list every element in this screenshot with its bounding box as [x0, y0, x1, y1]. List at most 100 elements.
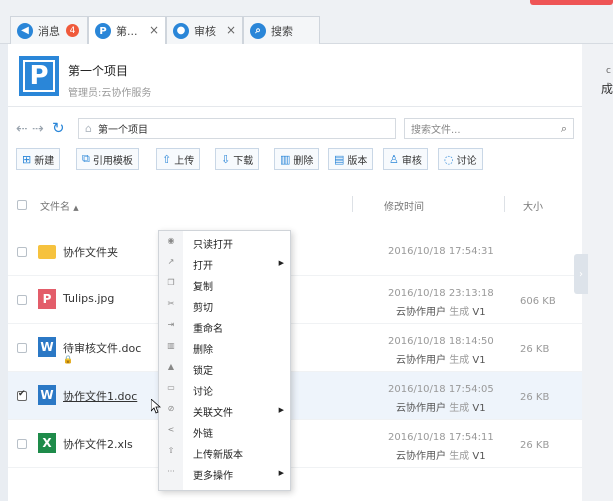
select-all-checkbox[interactable] — [17, 200, 27, 210]
file-name[interactable]: Tulips.jpg — [63, 292, 114, 305]
menu-item-label: 剪切 — [193, 303, 213, 314]
forward-arrow-icon[interactable]: ⇢ — [32, 121, 44, 137]
file-version: V1 — [472, 403, 486, 414]
tab-search[interactable]: ⌕ 搜索 — [243, 16, 320, 44]
table-row[interactable]: W 协作文件1.doc 2016/10/18 17:54:05 云协作用户 生成… — [8, 372, 582, 420]
menu-item-upload-new-version[interactable]: ⇧ 上传新版本 — [159, 442, 290, 463]
row-checkbox[interactable] — [17, 343, 27, 353]
column-header-name[interactable]: 文件名 ▲ — [40, 198, 79, 213]
column-header-size[interactable]: 大小 — [523, 198, 543, 213]
column-header-name-label: 文件名 — [40, 202, 70, 213]
row-checkbox[interactable] — [17, 439, 27, 449]
side-text-2: 成 — [600, 82, 613, 96]
tab-project[interactable]: P 第... × — [88, 16, 166, 45]
tab-review[interactable]: ● 审核 × — [166, 16, 243, 44]
download-icon: ⇩ — [221, 152, 231, 166]
search-icon: ⌕ — [250, 22, 266, 39]
word-file-icon: W — [38, 337, 56, 357]
menu-item-external-link[interactable]: < 外链 — [159, 421, 290, 442]
version-button[interactable]: ▤ 版本 — [328, 148, 374, 170]
search-input[interactable]: 搜索文件... ⌕ — [404, 118, 574, 139]
row-checkbox[interactable] — [17, 389, 27, 401]
file-name[interactable]: 协作文件夹 — [63, 244, 118, 260]
modified-time: 2016/10/18 18:14:50 — [388, 336, 494, 347]
file-version: V1 — [472, 451, 486, 462]
menu-item-delete[interactable]: ▥ 删除 — [159, 337, 290, 358]
row-checkbox[interactable] — [17, 295, 27, 305]
version-icon: ▤ — [334, 152, 345, 166]
uploader-name: 云协作用户 — [396, 403, 446, 414]
project-title: 第一个项目 — [68, 64, 129, 78]
upload-button[interactable]: ⇧ 上传 — [156, 148, 201, 170]
tab-messages[interactable]: ◀ 消息 4 — [10, 16, 88, 44]
uploader-action: 生成 — [449, 403, 470, 414]
tab-label: 消息 — [38, 24, 60, 38]
search-placeholder: 搜索文件... — [411, 125, 461, 136]
delete-label: 删除 — [293, 155, 314, 167]
project-p-icon: P — [95, 23, 111, 39]
menu-item-cut[interactable]: ✂ 剪切 — [159, 295, 290, 316]
table-row[interactable]: W 待审核文件.doc 🔒 2016/10/18 18:14:50 云协作用户 … — [8, 324, 582, 372]
table-header: 文件名 ▲ 修改时间 大小 — [8, 190, 582, 218]
file-size: 26 KB — [520, 392, 550, 403]
uploader-action: 生成 — [449, 307, 470, 318]
uploader-name: 云协作用户 — [396, 451, 446, 462]
uploader-info: 云协作用户 生成 V1 — [396, 399, 486, 414]
uploader-name: 云协作用户 — [396, 355, 446, 366]
open-icon: ↗ — [167, 257, 175, 266]
table-row[interactable]: 协作文件夹 2016/10/18 17:54:31 — [8, 228, 582, 276]
breadcrumb-item[interactable]: 第一个项目 — [98, 121, 148, 136]
collapse-panel-button[interactable]: › — [574, 254, 588, 294]
download-label: 下载 — [233, 155, 254, 167]
review-icon: ♙ — [389, 152, 399, 166]
modified-time: 2016/10/18 17:54:05 — [388, 384, 494, 395]
menu-item-readonly-open[interactable]: ◉ 只读打开 — [159, 232, 290, 253]
column-divider[interactable] — [352, 196, 353, 212]
table-row[interactable]: X 协作文件2.xls 2016/10/18 17:54:11 云协作用户 生成… — [8, 420, 582, 468]
template-button[interactable]: ⧉ 引用模板 — [76, 148, 139, 170]
row-checkbox[interactable] — [17, 247, 27, 257]
side-text-1: c — [606, 66, 611, 76]
menu-item-label: 讨论 — [193, 387, 213, 398]
template-icon: ⧉ — [82, 152, 90, 165]
discuss-button[interactable]: ◌ 讨论 — [438, 148, 483, 170]
menu-item-label: 锁定 — [193, 366, 213, 377]
menu-item-open[interactable]: ↗ 打开 ▶ — [159, 253, 290, 274]
review-button[interactable]: ♙ 审核 — [383, 148, 428, 170]
table-row[interactable]: P Tulips.jpg 2016/10/18 23:13:18 云协作用户 生… — [8, 276, 582, 324]
column-divider[interactable] — [504, 196, 505, 212]
new-label: 新建 — [34, 155, 55, 167]
close-icon[interactable]: × — [226, 23, 236, 37]
user-icon: ● — [173, 22, 189, 39]
menu-item-rename[interactable]: ⇥ 重命名 — [159, 316, 290, 337]
menu-item-copy[interactable]: ❐ 复制 — [159, 274, 290, 295]
file-name[interactable]: 协作文件1.doc — [63, 388, 137, 404]
file-name[interactable]: 协作文件2.xls — [63, 436, 133, 452]
uploader-info: 云协作用户 生成 V1 — [396, 303, 486, 318]
divider — [8, 106, 582, 107]
search-icon[interactable]: ⌕ — [561, 122, 567, 136]
modified-time: 2016/10/18 23:13:18 — [388, 288, 494, 299]
modified-time: 2016/10/18 17:54:11 — [388, 432, 494, 443]
menu-item-related-files[interactable]: ⊘ 关联文件 ▶ — [159, 400, 290, 421]
scissors-icon: ✂ — [167, 299, 175, 308]
column-header-modified[interactable]: 修改时间 — [384, 198, 424, 213]
home-icon[interactable]: ⌂ — [85, 122, 92, 135]
menu-item-label: 上传新版本 — [193, 450, 243, 461]
breadcrumb[interactable]: ⌂ 第一个项目 — [78, 118, 396, 139]
back-arrow-icon[interactable]: ⇠ — [16, 121, 28, 137]
uploader-action: 生成 — [449, 355, 470, 366]
menu-item-more-actions[interactable]: ··· 更多操作 ▶ — [159, 463, 290, 484]
new-button[interactable]: ⊞ 新建 — [16, 148, 61, 170]
uploader-action: 生成 — [449, 451, 470, 462]
menu-item-lock[interactable]: ▲ 锁定 — [159, 358, 290, 379]
tab-label: 搜索 — [271, 24, 293, 38]
file-name[interactable]: 待审核文件.doc — [63, 340, 141, 356]
submenu-arrow-icon: ▶ — [278, 259, 284, 267]
refresh-icon[interactable]: ↻ — [52, 119, 65, 137]
download-button[interactable]: ⇩ 下载 — [215, 148, 260, 170]
delete-button[interactable]: ▥ 删除 — [274, 148, 320, 170]
upload-icon: ⇧ — [167, 446, 175, 455]
menu-item-discuss[interactable]: ▭ 讨论 — [159, 379, 290, 400]
close-icon[interactable]: × — [149, 23, 159, 37]
